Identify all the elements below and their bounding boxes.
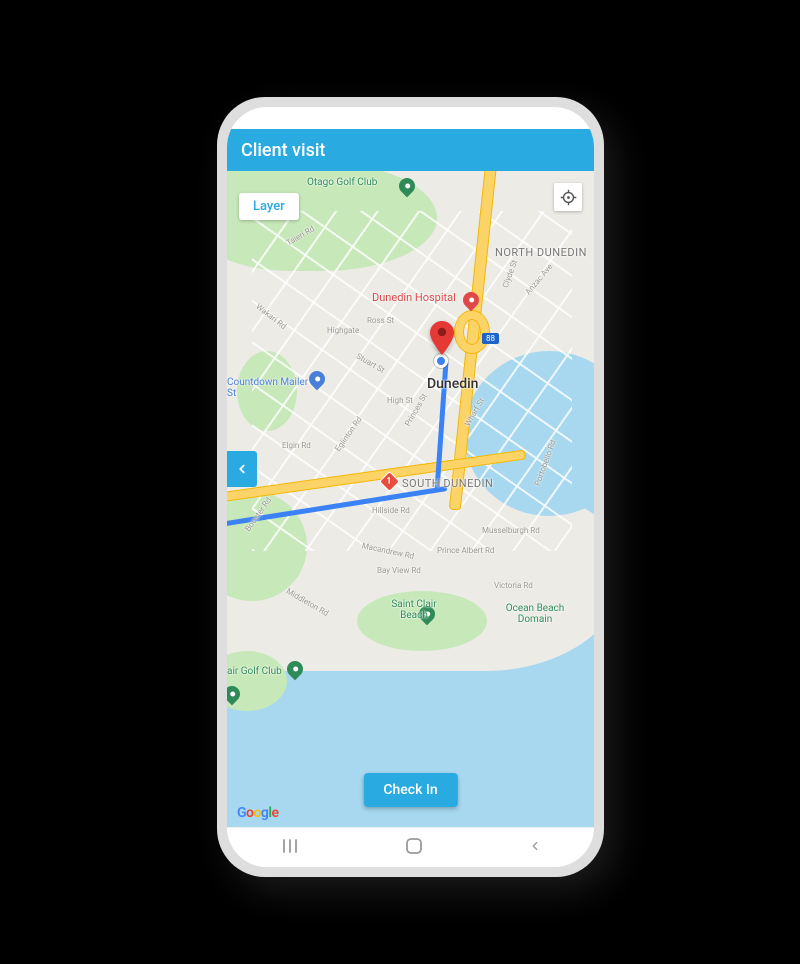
map-highway-loop bbox=[455, 311, 489, 353]
home-button[interactable] bbox=[405, 837, 423, 859]
layer-button[interactable]: Layer bbox=[239, 193, 299, 220]
map-view[interactable]: 88 1 Otago Golf Club NORTH DUNEDIN Duned… bbox=[227, 171, 594, 827]
collapse-panel-button[interactable] bbox=[227, 451, 257, 487]
route-start-dot bbox=[434, 354, 448, 368]
check-in-button[interactable]: Check In bbox=[363, 773, 457, 807]
android-nav-bar bbox=[227, 827, 594, 867]
map-road-grid bbox=[252, 211, 572, 551]
page-title: Client visit bbox=[241, 140, 325, 161]
phone-bezel: Client visit bbox=[227, 107, 594, 867]
crosshair-icon bbox=[560, 189, 577, 206]
recent-apps-icon bbox=[280, 838, 300, 854]
title-bar: Client visit bbox=[227, 129, 594, 171]
phone-frame: Client visit bbox=[217, 97, 604, 877]
back-icon bbox=[528, 839, 542, 853]
recent-apps-button[interactable] bbox=[280, 838, 300, 858]
home-icon bbox=[405, 837, 423, 855]
app-screen: Client visit bbox=[227, 129, 594, 867]
highway-badge-88: 88 bbox=[482, 333, 499, 344]
locate-button[interactable] bbox=[554, 183, 582, 211]
map-marker-icon[interactable] bbox=[430, 321, 454, 345]
chevron-left-icon bbox=[235, 462, 249, 476]
map-attribution: Google bbox=[237, 805, 279, 821]
back-button[interactable] bbox=[528, 838, 542, 857]
